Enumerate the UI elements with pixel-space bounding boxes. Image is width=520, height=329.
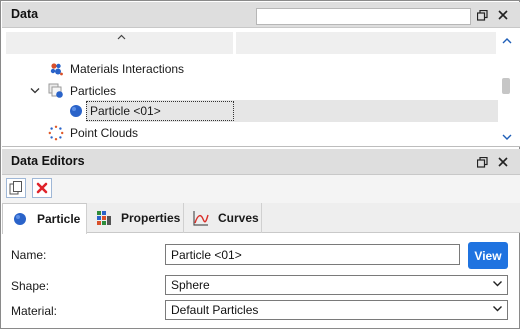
material-selected-value: Default Particles: [171, 303, 259, 317]
properties-grid-icon: [96, 210, 112, 226]
close-icon[interactable]: [495, 7, 511, 23]
tree-item-label: Point Clouds: [70, 126, 139, 140]
tree-item-label: Particles: [70, 84, 117, 98]
shape-row: Shape: Sphere: [2, 274, 520, 298]
delete-button[interactable]: [32, 178, 52, 198]
curves-chart-icon: [193, 210, 209, 226]
data-search-input[interactable]: [256, 8, 471, 25]
sort-ascending-icon: [117, 32, 126, 43]
tree-item-particles[interactable]: Particles: [2, 80, 498, 102]
tab-label: Curves: [218, 211, 259, 225]
tree-column-header[interactable]: [6, 32, 233, 54]
chevron-down-icon: [492, 278, 503, 292]
tree-item-materials-interactions[interactable]: Materials Interactions: [2, 58, 498, 80]
float-window-icon[interactable]: [474, 154, 490, 170]
scroll-down-icon[interactable]: [501, 132, 513, 143]
tab-label: Properties: [121, 211, 181, 225]
tree-item-particle-01[interactable]: Particle <01>: [2, 100, 498, 122]
editors-toolbar: [2, 175, 520, 203]
particle-sphere-icon: [12, 211, 28, 227]
particle-sphere-icon: [68, 103, 84, 119]
name-label: Name:: [11, 248, 47, 262]
chevron-down-icon: [492, 303, 503, 317]
material-label: Material:: [11, 304, 58, 318]
particles-icon: [48, 83, 64, 99]
tab-particle[interactable]: Particle: [2, 203, 87, 234]
tree-vertical-scrollbar[interactable]: [499, 28, 515, 146]
data-panel-title: Data: [11, 7, 39, 21]
float-window-icon[interactable]: [474, 7, 490, 23]
point-clouds-icon: [48, 125, 64, 141]
shape-select[interactable]: Sphere: [165, 275, 508, 295]
name-row: Name: View: [2, 242, 520, 269]
name-input[interactable]: [165, 244, 460, 265]
tab-properties[interactable]: Properties: [87, 203, 184, 233]
tree-item-label: Materials Interactions: [70, 62, 185, 76]
tab-curves[interactable]: Curves: [184, 203, 262, 233]
shape-label: Shape:: [11, 279, 50, 293]
delete-icon: [36, 182, 48, 194]
tree-item-point-clouds[interactable]: Point Clouds: [2, 122, 498, 144]
app-window: Data Materials Interactions Particles Pa…: [0, 0, 520, 329]
data-editors-title: Data Editors: [11, 154, 85, 168]
tree-column-header[interactable]: [236, 32, 496, 54]
editor-tabs: Particle Properties Curves: [2, 203, 520, 234]
close-icon[interactable]: [495, 154, 511, 170]
scroll-up-icon[interactable]: [501, 36, 513, 47]
tab-label: Particle: [37, 212, 81, 226]
copy-button[interactable]: [6, 178, 26, 198]
material-row: Material: Default Particles: [2, 299, 520, 323]
data-tree: Materials Interactions Particles Particl…: [2, 28, 520, 147]
shape-selected-value: Sphere: [171, 278, 210, 292]
materials-interactions-icon: [48, 61, 64, 77]
copy-icon: [9, 181, 22, 195]
data-editors-header: Data Editors: [2, 149, 520, 175]
data-panel-header: Data: [2, 2, 520, 28]
material-select[interactable]: Default Particles: [165, 300, 508, 320]
scrollbar-thumb[interactable]: [502, 78, 510, 94]
tree-item-label: Particle <01>: [90, 104, 161, 118]
view-button[interactable]: View: [468, 242, 508, 269]
chevron-down-icon[interactable]: [30, 85, 40, 97]
